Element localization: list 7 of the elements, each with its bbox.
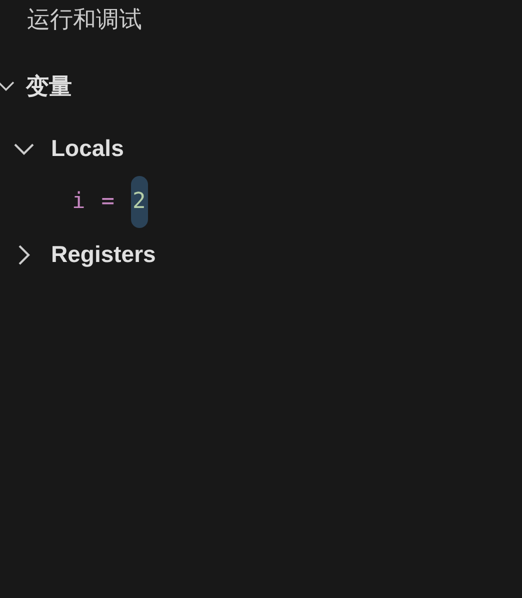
section-title[interactable]: 变量 [26, 70, 72, 102]
scope-label[interactable]: Registers [51, 237, 156, 272]
scope-label[interactable]: Locals [51, 131, 124, 166]
panel-title: 运行和调试 [27, 5, 142, 34]
variable-value[interactable]: 2 [130, 176, 148, 228]
variable-name: i [72, 188, 86, 216]
equals-sign: = [101, 188, 114, 216]
